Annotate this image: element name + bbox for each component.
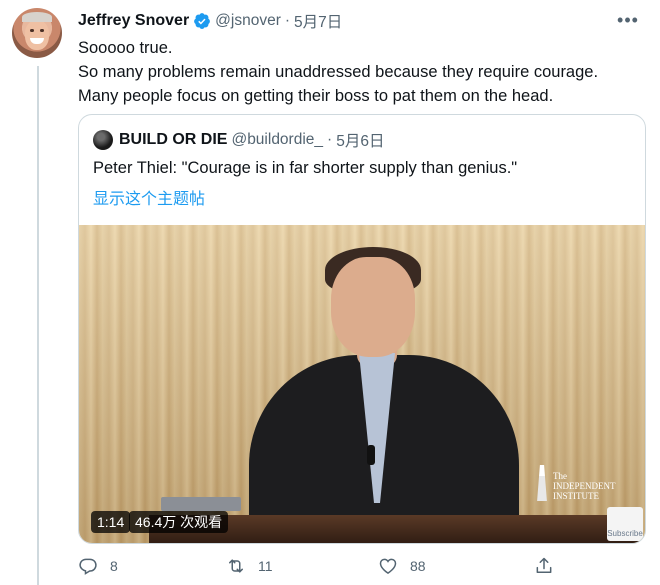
tweet-text-line: Many people focus on getting their boss …: [78, 87, 554, 105]
independent-institute-logo: The INDEPENDENT INSTITUTE: [531, 465, 623, 505]
author-handle[interactable]: @jsnover: [215, 12, 281, 30]
heart-icon: [379, 558, 397, 574]
tweet-date[interactable]: 5月7日: [294, 10, 342, 32]
retweet-button[interactable]: 11: [226, 556, 273, 576]
tweet-text: Sooooo true. So many problems remain una…: [78, 36, 638, 108]
lighthouse-icon: [537, 465, 547, 501]
tweet-text-line: Sooooo true.: [78, 39, 173, 57]
share-button[interactable]: [534, 556, 566, 576]
logo-line: INSTITUTE: [553, 491, 599, 501]
video-player[interactable]: The INDEPENDENT INSTITUTE Subscribe 1:14…: [79, 225, 645, 543]
retweet-count: 11: [258, 558, 273, 574]
verified-badge-icon: [194, 13, 211, 29]
logo-line: The INDEPENDENT: [553, 471, 616, 491]
quoted-tweet-header: BUILD OR DIE @buildordie_ · 5月6日: [93, 129, 384, 151]
tweet-header: Jeffrey Snover @jsnover · 5月7日 •••: [78, 10, 640, 32]
avatar-eye-left: [30, 29, 34, 32]
microphone: [367, 445, 375, 465]
action-bar: 8 11 88: [78, 556, 558, 582]
avatar-face: [25, 20, 49, 50]
tweet-text-line: So many problems remain unaddressed beca…: [78, 63, 599, 81]
share-icon: [536, 557, 552, 573]
separator-dot: ·: [284, 12, 291, 29]
retweet-icon: [229, 559, 243, 573]
author-name[interactable]: Jeffrey Snover: [78, 12, 189, 30]
like-button[interactable]: 88: [378, 556, 426, 576]
quoted-author-handle[interactable]: @buildordie_: [231, 131, 323, 149]
book: [161, 497, 241, 511]
more-dots-icon[interactable]: •••: [616, 10, 640, 31]
reply-button[interactable]: 8: [78, 556, 118, 576]
quoted-tweet-text: Peter Thiel: "Courage is in far shorter …: [93, 159, 518, 177]
show-thread-link[interactable]: 显示这个主题帖: [93, 185, 205, 209]
speaker-head: [331, 257, 415, 357]
quoted-tweet[interactable]: BUILD OR DIE @buildordie_ · 5月6日 Peter T…: [78, 114, 646, 544]
quoted-tweet-date[interactable]: 5月6日: [336, 129, 384, 151]
quoted-author-name[interactable]: BUILD OR DIE: [119, 131, 227, 149]
separator-dot: ·: [327, 131, 333, 148]
avatar[interactable]: [12, 8, 62, 58]
reply-count: 8: [110, 558, 118, 574]
subscribe-button[interactable]: Subscribe: [607, 507, 643, 541]
thread-line: [37, 66, 39, 585]
like-count: 88: [410, 558, 426, 574]
avatar-hair: [22, 12, 52, 22]
reply-icon: [79, 558, 97, 575]
video-views: 46.4万 次观看: [129, 511, 229, 533]
avatar-eye-right: [40, 29, 44, 32]
quoted-avatar[interactable]: [93, 130, 113, 150]
video-duration: 1:14: [91, 511, 131, 533]
